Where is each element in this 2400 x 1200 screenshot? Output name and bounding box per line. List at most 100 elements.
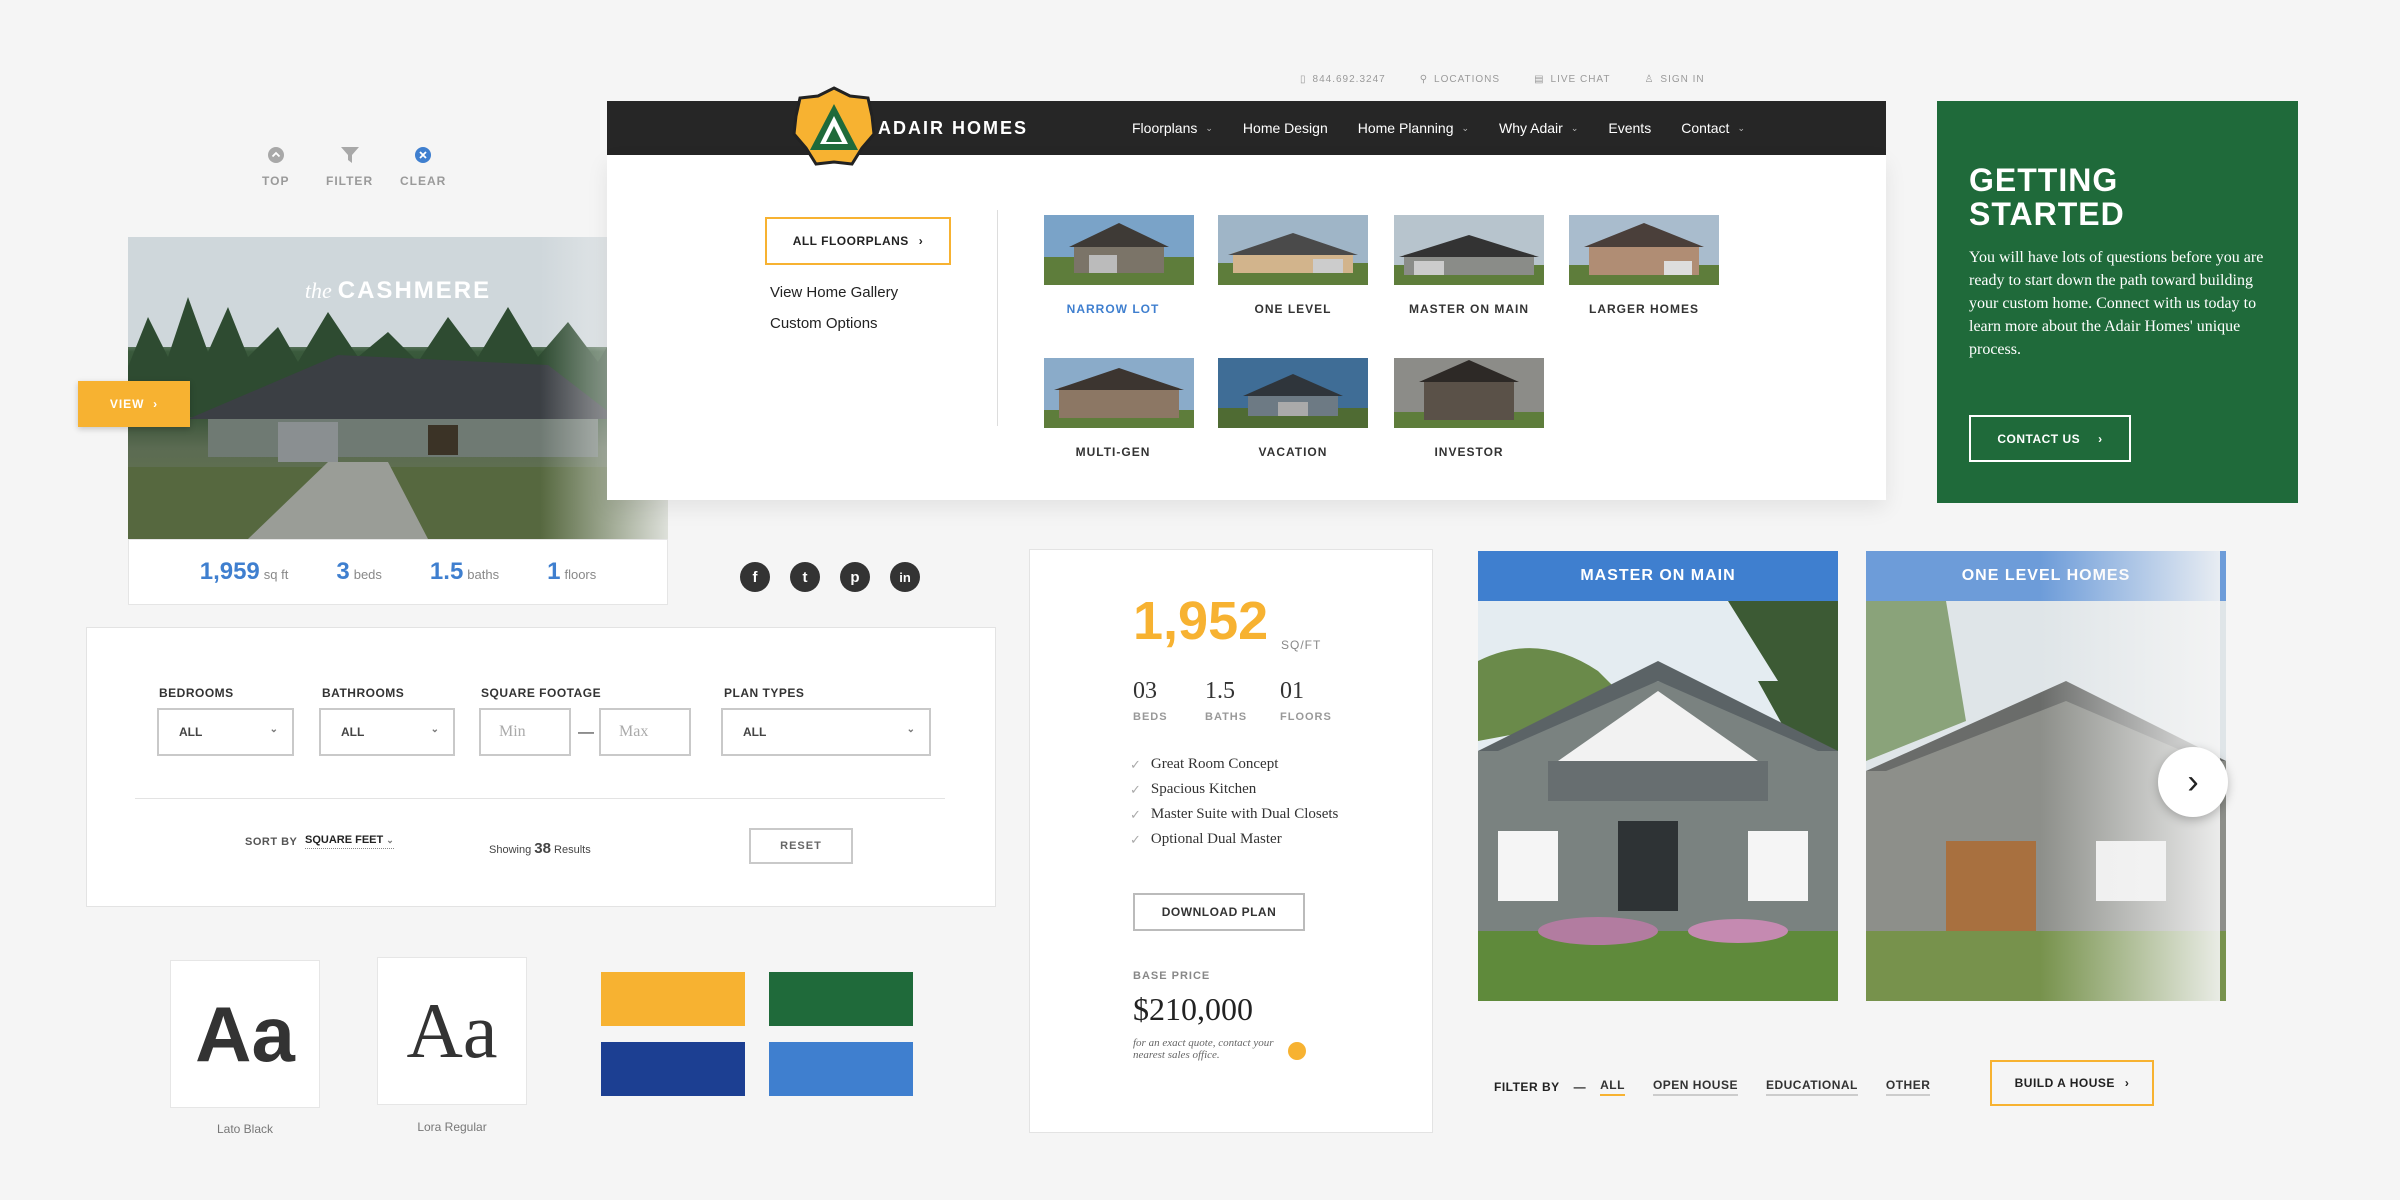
getting-started-body: You will have lots of questions before y…	[1969, 249, 2264, 358]
sign-in-link[interactable]: ♙ SIGN IN	[1644, 74, 1704, 85]
plan-floors: 01 FLOORS	[1280, 678, 1332, 723]
cashmere-stats: 1,959 sq ft 3 beds 1.5 baths 1 floors	[128, 539, 668, 605]
filter-control[interactable]: FILTER	[326, 146, 373, 188]
lora-tile: Aa	[377, 957, 527, 1105]
lato-caption: Lato Black	[216, 1122, 274, 1136]
sqft-min-input[interactable]: Min	[479, 708, 571, 756]
cashmere-the: the	[304, 278, 332, 303]
lato-tile: Aa	[170, 960, 320, 1108]
sqft-label: SQUARE FOOTAGE	[481, 686, 602, 700]
cat-investor[interactable]: INVESTOR	[1394, 445, 1544, 459]
filter-option-all[interactable]: ALL	[1600, 1078, 1625, 1096]
cashmere-name: CASHMERE	[337, 277, 492, 304]
pinterest-icon[interactable]: p	[840, 562, 870, 592]
chat-icon: ▤	[1534, 74, 1545, 85]
phone-icon: ▯	[1300, 74, 1307, 85]
reset-button[interactable]: RESET	[749, 828, 853, 864]
chevron-right-icon: ›	[153, 397, 159, 411]
thumb-investor[interactable]	[1394, 358, 1544, 428]
indicator-dot	[1288, 1042, 1306, 1060]
carousel-next-button[interactable]: ›	[2158, 747, 2228, 817]
cat-multi-gen[interactable]: MULTI-GEN	[1038, 445, 1188, 459]
top-control[interactable]: TOP	[262, 146, 289, 188]
thumb-one-level[interactable]	[1218, 215, 1368, 285]
locations-link[interactable]: ⚲ LOCATIONS	[1420, 74, 1500, 85]
plan-types-label: PLAN TYPES	[724, 686, 805, 700]
download-plan-button[interactable]: DOWNLOAD PLAN	[1133, 893, 1305, 931]
plan-sqft: 1,952	[1133, 591, 1269, 651]
view-home-gallery-link[interactable]: View Home Gallery	[770, 284, 898, 301]
chevron-down-icon: ⌄	[430, 724, 439, 735]
filter-by-label: FILTER BY	[1494, 1080, 1560, 1094]
cat-vacation[interactable]: VACATION	[1218, 445, 1368, 459]
filter-option-other[interactable]: OTHER	[1885, 1078, 1931, 1096]
plan-baths: 1.5 BATHS	[1205, 678, 1248, 723]
sqft-max-input[interactable]: Max	[599, 708, 691, 756]
twitter-icon[interactable]: t	[790, 562, 820, 592]
chevron-down-icon: ⌄	[1205, 122, 1213, 133]
custom-options-link[interactable]: Custom Options	[770, 315, 878, 332]
check-icon: ✓	[1130, 756, 1141, 772]
view-button[interactable]: VIEW ›	[78, 381, 190, 427]
lora-caption: Lora Regular	[417, 1120, 487, 1134]
cat-larger-homes[interactable]: LARGER HOMES	[1569, 302, 1719, 316]
thumb-master-on-main[interactable]	[1394, 215, 1544, 285]
card-master-on-main-header[interactable]: MASTER ON MAIN	[1478, 551, 1838, 601]
pin-icon: ⚲	[1419, 74, 1429, 85]
filter-option-educational[interactable]: EDUCATIONAL	[1765, 1078, 1858, 1096]
thumb-narrow-lot[interactable]	[1044, 215, 1194, 285]
feature-item: ✓ Great Room Concept	[1130, 756, 1279, 772]
funnel-icon	[340, 146, 359, 164]
phone-link[interactable]: ▯ 844.692.3247	[1300, 74, 1386, 85]
nav-why-adair[interactable]: Why Adair ⌄	[1499, 120, 1578, 136]
chevron-down-icon: ⌄	[386, 835, 394, 845]
bedrooms-select[interactable]: ALL ⌄	[157, 708, 294, 756]
build-a-house-button[interactable]: BUILD A HOUSE ›	[1990, 1060, 2154, 1106]
base-price-label: BASE PRICE	[1133, 970, 1211, 982]
swatch-blue	[769, 1042, 913, 1096]
card-master-on-main-image[interactable]	[1478, 601, 1838, 1001]
live-chat-link[interactable]: ▤ LIVE CHAT	[1534, 74, 1610, 85]
nav-floorplans[interactable]: Floorplans ⌄	[1132, 120, 1213, 136]
thumb-larger-homes[interactable]	[1569, 215, 1719, 285]
nav-events[interactable]: Events	[1608, 120, 1651, 136]
filter-by-bar: FILTER BY — ALL OPEN HOUSE EDUCATIONAL O…	[1494, 1078, 1931, 1096]
nav-contact[interactable]: Contact ⌄	[1681, 120, 1745, 136]
filter-by-dash: —	[1573, 1080, 1587, 1094]
cat-narrow-lot[interactable]: NARROW LOT	[1038, 302, 1188, 316]
thumb-multi-gen[interactable]	[1044, 358, 1194, 428]
clear-control[interactable]: CLEAR	[400, 146, 446, 188]
contact-us-button[interactable]: CONTACT US ›	[1969, 415, 2131, 462]
filter-option-open-house[interactable]: OPEN HOUSE	[1652, 1078, 1738, 1096]
utility-bar: ▯ 844.692.3247 ⚲ LOCATIONS ▤ LIVE CHAT ♙ SIG…	[1300, 74, 1705, 85]
linkedin-icon[interactable]: in	[890, 562, 920, 592]
chevron-right-icon: ›	[2098, 431, 2103, 446]
check-icon: ✓	[1130, 806, 1141, 822]
getting-started-panel: GETTING STARTED You will have lots of qu…	[1937, 101, 2298, 503]
stat-sqft: 1,959 sq ft	[199, 558, 289, 585]
check-icon: ✓	[1130, 831, 1141, 847]
cat-one-level[interactable]: ONE LEVEL	[1218, 302, 1368, 316]
chevron-down-icon: ⌄	[1737, 122, 1745, 133]
view-label: VIEW	[109, 397, 145, 411]
all-floorplans-button[interactable]: ALL FLOORPLANS ›	[765, 217, 951, 265]
adair-logo-icon[interactable]	[792, 86, 876, 170]
user-icon: ♙	[1644, 74, 1655, 85]
feature-item: ✓ Optional Dual Master	[1130, 831, 1282, 847]
nav-home-design[interactable]: Home Design	[1243, 120, 1328, 136]
plan-types-select[interactable]: ALL ⌄	[721, 708, 931, 756]
chevron-down-icon: ⌄	[1570, 122, 1579, 133]
stat-baths: 1.5 baths	[429, 558, 500, 585]
range-dash: —	[578, 724, 594, 741]
filter-label: FILTER	[326, 174, 374, 188]
thumb-vacation[interactable]	[1218, 358, 1368, 428]
sort-by-select[interactable]: SQUARE FEET ⌄	[305, 834, 394, 849]
price-note: for an exact quote, contact your nearest…	[1133, 1037, 1274, 1061]
bathrooms-select[interactable]: ALL ⌄	[319, 708, 455, 756]
chevron-down-icon: ⌄	[906, 724, 915, 735]
nav-home-planning[interactable]: Home Planning ⌄	[1358, 120, 1469, 136]
facebook-icon[interactable]: f	[740, 562, 770, 592]
cat-master-on-main[interactable]: MASTER ON MAIN	[1394, 302, 1544, 316]
divider	[135, 798, 945, 799]
logo-text[interactable]: ADAIR HOMES	[878, 118, 1028, 139]
